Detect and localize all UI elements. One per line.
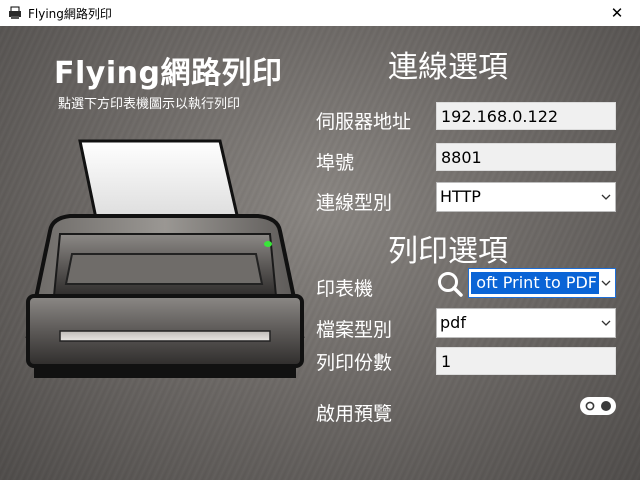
print-section-title: 列印選項 [388,234,508,269]
file-type-label: 檔案型別 [316,319,393,341]
printer-icon[interactable] [20,136,310,381]
app-subtitle: 點選下方印表機圖示以執行列印 [58,97,241,112]
port-label: 埠號 [316,152,355,174]
chevron-down-icon [601,194,611,200]
printer-select[interactable]: oft Print to PDF [468,268,616,298]
connection-type-label: 連線型別 [316,192,393,214]
preview-toggle[interactable] [580,397,616,415]
printer-label: 印表機 [316,278,374,300]
chevron-down-icon [601,320,611,326]
main-panel: Flying網路列印 點選下方印表機圖示以執行列印 連線選項 伺服器地址 192… [0,26,640,480]
window-title: Flying網路列印 [28,7,112,21]
toggle-knob [601,401,611,411]
printer-value: oft Print to PDF [476,273,597,292]
server-address-input[interactable] [436,102,616,130]
app-title: Flying網路列印 [54,56,283,91]
connection-type-value: HTTP [440,187,481,206]
file-type-value: pdf [440,313,466,332]
printer-app-icon [9,6,21,19]
port-input[interactable] [436,143,616,171]
file-type-select[interactable]: pdf [436,308,616,338]
connection-type-select[interactable]: HTTP [436,182,616,212]
toggle-ring-icon [585,401,595,411]
server-address-label: 伺服器地址 [316,111,412,133]
copies-label: 列印份數 [316,352,393,374]
close-icon: ✕ [610,4,624,22]
connection-section-title: 連線選項 [388,50,508,85]
search-icon[interactable] [436,270,464,298]
copies-input[interactable] [436,347,616,375]
preview-label: 啟用預覽 [316,403,393,425]
chevron-down-icon [601,280,611,286]
window-titlebar: Flying網路列印 ✕ [0,0,640,27]
close-button[interactable]: ✕ [594,0,640,26]
